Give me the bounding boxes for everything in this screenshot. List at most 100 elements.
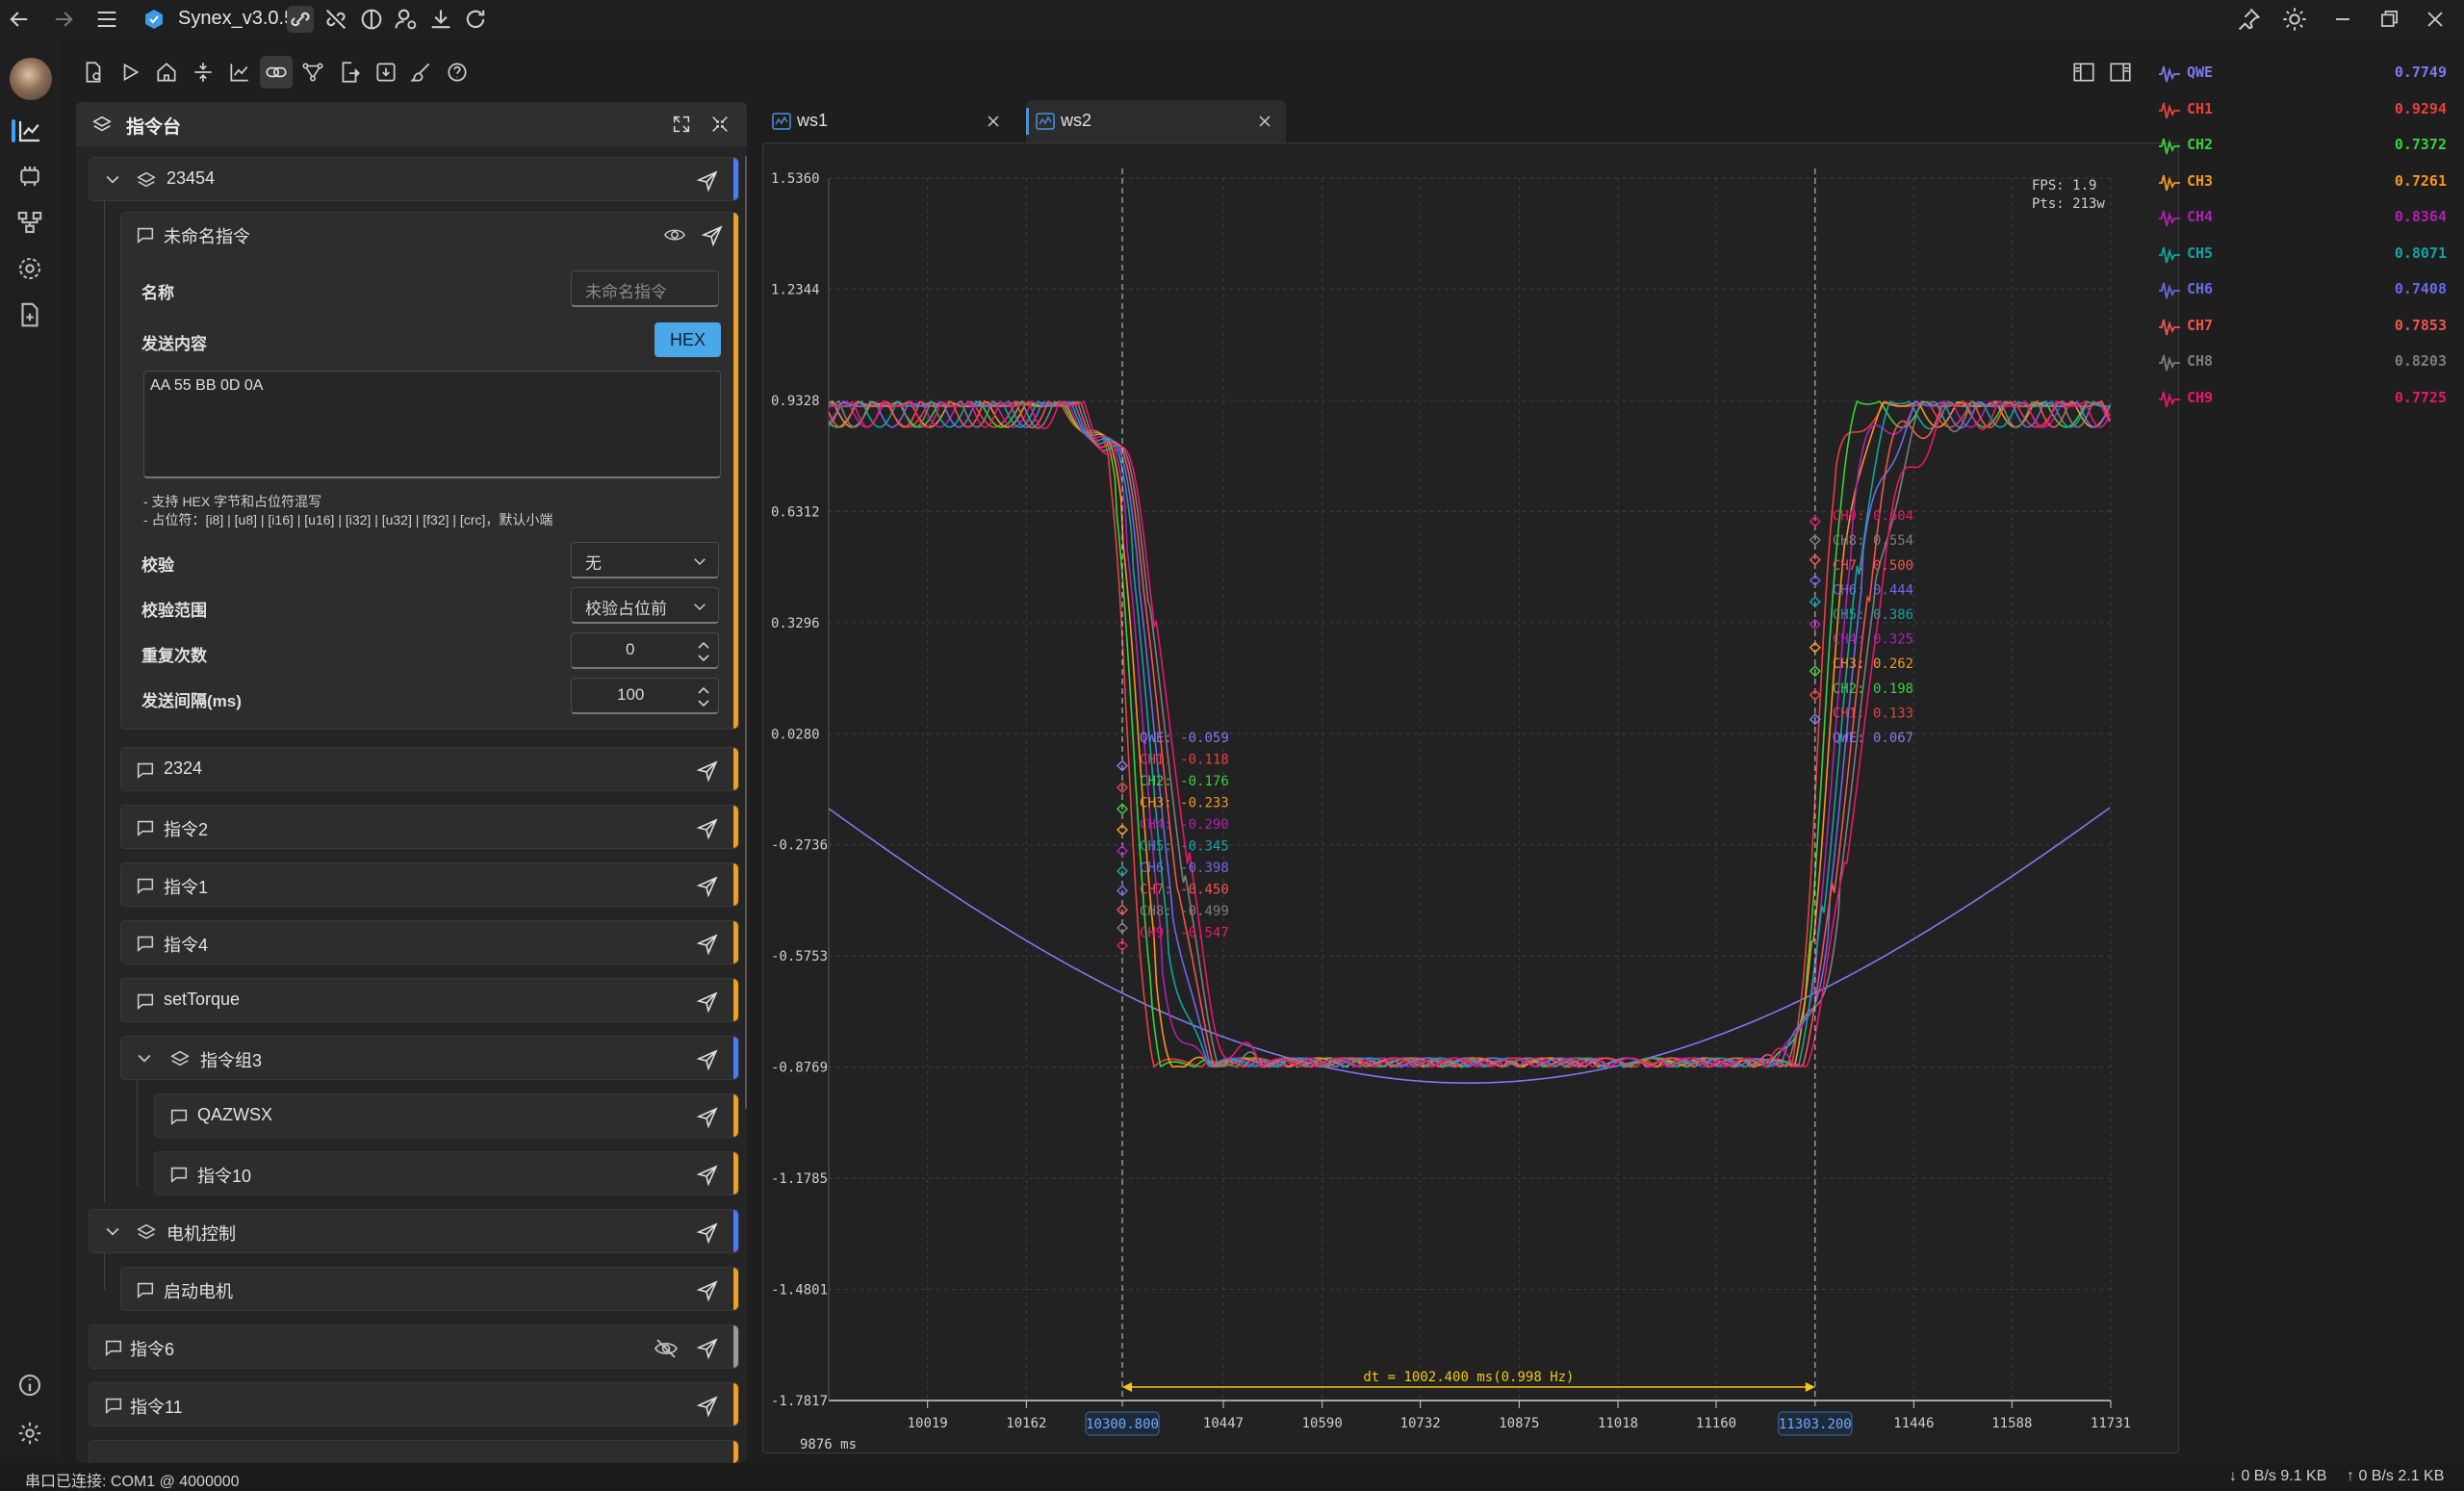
send-icon[interactable] — [701, 224, 724, 247]
send-interval-stepper[interactable]: 100 — [571, 678, 719, 714]
command-row[interactable]: setTorque — [120, 978, 739, 1022]
avatar[interactable] — [10, 58, 52, 100]
home-icon[interactable] — [154, 60, 179, 85]
legend-item-ch7[interactable]: CH7 0.7853 — [2158, 313, 2447, 342]
hex-toggle-button[interactable]: HEX — [654, 322, 721, 357]
send-icon[interactable] — [696, 1395, 719, 1418]
chart-icon[interactable] — [15, 116, 44, 145]
command-row[interactable]: 指令2 — [120, 805, 739, 849]
chart-area-icon[interactable] — [227, 60, 252, 85]
compass-icon[interactable] — [358, 6, 385, 33]
chevron-down-icon[interactable] — [103, 169, 122, 189]
legend-item-ch2[interactable]: CH2 0.7372 — [2158, 132, 2447, 161]
group-row[interactable]: 指令组3 — [120, 1036, 739, 1080]
back-arrow-icon[interactable] — [6, 6, 33, 33]
collapse-icon[interactable] — [709, 114, 731, 135]
repeat-count-stepper[interactable]: 0 — [571, 632, 719, 669]
checksum-select[interactable]: 无 — [571, 542, 719, 578]
send-icon[interactable] — [696, 817, 719, 840]
legend-item-ch3[interactable]: CH3 0.7261 — [2158, 168, 2447, 197]
document-export-icon[interactable] — [15, 300, 44, 329]
command-row-partial[interactable] — [89, 1440, 739, 1463]
chevron-down-icon[interactable] — [103, 1221, 122, 1241]
waveform-chart[interactable]: 1.5360 1.2344 0.9328 0.6312 0.3296 0.0280 -0.2… — [763, 143, 2180, 1454]
close-window-icon[interactable] — [2422, 6, 2449, 33]
command-row[interactable]: 指令11 — [89, 1382, 739, 1427]
forward-arrow-icon[interactable] — [50, 6, 77, 33]
send-icon[interactable] — [696, 1221, 719, 1245]
tab-ws1[interactable]: ws1 — [762, 100, 1014, 142]
link-chain-icon[interactable] — [264, 60, 289, 85]
spin-arrows-icon[interactable] — [697, 682, 710, 711]
legend-item-ch9[interactable]: CH9 0.7725 — [2158, 385, 2447, 414]
pin-icon[interactable] — [2235, 6, 2262, 33]
new-file-icon[interactable] — [81, 60, 106, 85]
link-icon[interactable] — [287, 6, 314, 33]
group-row-root[interactable]: 23454 — [89, 157, 739, 201]
send-icon[interactable] — [696, 169, 719, 193]
export-file-icon[interactable] — [337, 60, 362, 85]
brush-clear-icon[interactable] — [408, 60, 433, 85]
chevron-down-icon[interactable] — [135, 1048, 154, 1067]
send-icon[interactable] — [696, 933, 719, 956]
close-tab-icon[interactable] — [1255, 112, 1274, 131]
eye-off-icon[interactable] — [654, 1337, 679, 1360]
info-icon[interactable] — [15, 1371, 44, 1400]
legend-item-ch4[interactable]: CH4 0.8364 — [2158, 204, 2447, 233]
send-icon[interactable] — [696, 875, 719, 898]
command-row[interactable]: 2324 — [120, 747, 739, 791]
compress-icon[interactable] — [191, 60, 216, 85]
command-row[interactable]: 指令4 — [120, 920, 739, 964]
group-row[interactable]: 电机控制 — [89, 1209, 739, 1253]
message-icon — [135, 817, 156, 838]
series-line-ch5 — [828, 399, 2111, 1068]
graph-nodes-icon[interactable] — [300, 60, 325, 85]
checksum-range-select[interactable]: 校验占位前 — [571, 587, 719, 624]
content-textarea[interactable]: AA 55 BB 0D 0A — [143, 371, 721, 478]
legend-item-ch5[interactable]: CH5 0.8071 — [2158, 241, 2447, 270]
unlink-icon[interactable] — [322, 6, 349, 33]
menu-icon[interactable] — [93, 6, 120, 33]
command-row[interactable]: 指令6 — [89, 1324, 739, 1369]
active-tab-indicator — [1026, 108, 1029, 135]
save-download-icon[interactable] — [373, 60, 398, 85]
waveform-chart-panel[interactable]: 1.5360 1.2344 0.9328 0.6312 0.3296 0.0280 -0.2… — [762, 142, 2179, 1453]
send-icon[interactable] — [696, 1279, 719, 1302]
close-tab-icon[interactable] — [984, 112, 1003, 131]
play-icon[interactable] — [117, 60, 142, 85]
expand-icon[interactable] — [671, 114, 692, 135]
restore-icon[interactable] — [2375, 6, 2402, 33]
help-icon[interactable] — [445, 60, 470, 85]
legend-item-ch8[interactable]: CH8 0.8203 — [2158, 348, 2447, 377]
eye-icon[interactable] — [662, 224, 687, 245]
command-row[interactable]: 指令10 — [154, 1151, 739, 1195]
minimize-icon[interactable] — [2329, 6, 2356, 33]
send-icon[interactable] — [696, 990, 719, 1014]
theme-sun-icon[interactable] — [2281, 6, 2308, 33]
command-row[interactable]: QAZWSX — [154, 1093, 739, 1138]
spin-arrows-icon[interactable] — [697, 637, 710, 666]
refresh-icon[interactable] — [462, 6, 489, 33]
legend-item-qwe[interactable]: QWE 0.7749 — [2158, 60, 2447, 89]
legend-item-ch1[interactable]: CH1 0.9294 — [2158, 96, 2447, 125]
command-row[interactable]: 启动电机 — [120, 1267, 739, 1311]
send-icon[interactable] — [696, 1048, 719, 1071]
send-icon[interactable] — [696, 1164, 719, 1187]
settings-icon[interactable] — [15, 1419, 44, 1448]
send-icon[interactable] — [696, 1337, 719, 1360]
topology-icon[interactable] — [15, 208, 44, 237]
message-icon — [135, 759, 156, 781]
name-input[interactable]: 未命名指令 — [571, 270, 719, 307]
send-icon[interactable] — [696, 1106, 719, 1129]
download-icon[interactable] — [427, 6, 454, 33]
panel-left-icon[interactable] — [2071, 60, 2096, 85]
legend-item-ch6[interactable]: CH6 0.7408 — [2158, 276, 2447, 305]
device-icon[interactable] — [15, 162, 44, 191]
settings-cog-icon[interactable] — [15, 254, 44, 283]
tab-ws2[interactable]: ws2 — [1026, 100, 1286, 142]
command-row[interactable]: 指令1 — [120, 862, 739, 907]
user-settings-icon[interactable] — [393, 6, 420, 33]
send-icon[interactable] — [696, 759, 719, 783]
panel-scrollbar[interactable] — [745, 156, 747, 1109]
panel-right-icon[interactable] — [2108, 60, 2133, 85]
